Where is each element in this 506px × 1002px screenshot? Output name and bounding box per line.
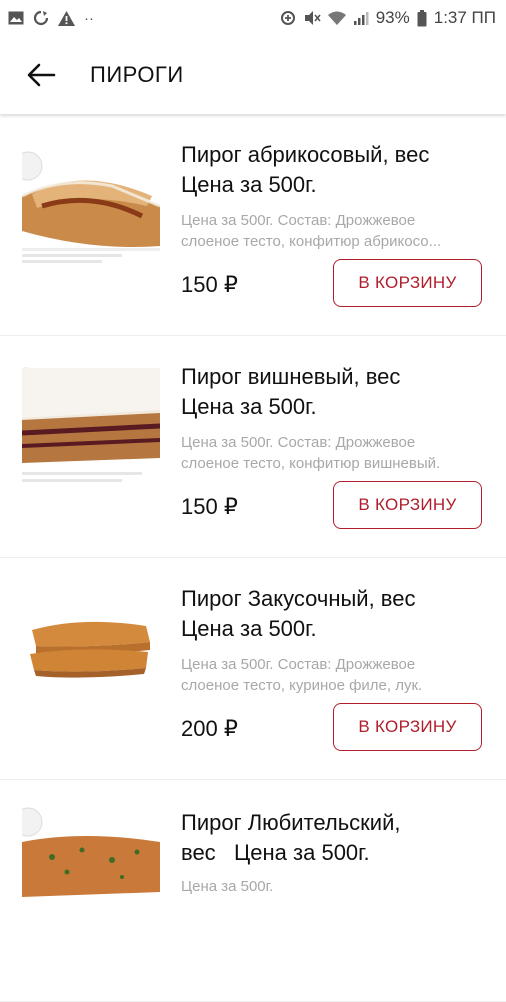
description-line: слоеное тесто, конфитюр абрикосо... xyxy=(181,233,442,250)
product-image xyxy=(22,802,160,940)
status-bar: ·· 93% 1:37 ПП xyxy=(0,0,506,36)
add-to-cart-button[interactable]: В КОРЗИНУ xyxy=(333,481,482,529)
wifi-icon xyxy=(327,11,346,25)
description-line: слоеное тесто, куриное филе, лук. xyxy=(181,677,423,694)
add-to-cart-button[interactable]: В КОРЗИНУ xyxy=(333,703,482,751)
app-bar: ПИРОГИ xyxy=(0,36,506,114)
warning-icon xyxy=(58,10,75,26)
product-description: Цена за 500г. Состав: Дрожжевое слоеное … xyxy=(181,432,486,474)
clock: 1:37 ПП xyxy=(433,8,496,27)
product-card[interactable]: Пирог Закусочный, вес Цена за 500г. Цена… xyxy=(0,558,506,780)
product-description: Цена за 500г. Состав: Дрожжевое слоеное … xyxy=(181,654,486,696)
product-description: Цена за 500г. Состав: Дрожжевое слоеное … xyxy=(181,210,486,252)
product-title-line: Цена за 500г. xyxy=(181,394,317,419)
sync-icon xyxy=(33,10,49,26)
product-title-line: Пирог абрикосовый, вес xyxy=(181,142,430,167)
product-price: 200 ₽ xyxy=(181,716,238,741)
product-card[interactable]: Пирог вишневый, вес Цена за 500г. Цена з… xyxy=(0,336,506,558)
gallery-icon xyxy=(8,11,24,25)
product-image xyxy=(22,580,160,718)
product-list[interactable]: Пирог абрикосовый, вес Цена за 500г. Цен… xyxy=(0,114,506,1002)
description-line: слоеное тесто, конфитюр вишневый. xyxy=(181,455,441,472)
product-price: 150 ₽ xyxy=(181,494,238,519)
product-title[interactable]: Пирог Закусочный, вес Цена за 500г. xyxy=(181,584,491,644)
battery-icon xyxy=(417,9,427,26)
product-title-line: вес Цена за 500г. xyxy=(181,840,370,865)
description-line: Цена за 500г. Состав: Дрожжевое xyxy=(181,212,416,229)
battery-percent: 93% xyxy=(375,8,410,27)
product-title-line: Пирог вишневый, вес xyxy=(181,364,401,389)
signal-icon xyxy=(353,11,369,25)
product-title-line: Цена за 500г. xyxy=(181,616,317,641)
product-title[interactable]: Пирог абрикосовый, вес Цена за 500г. xyxy=(181,140,491,200)
product-image xyxy=(22,136,160,274)
product-description: Цена за 500г. xyxy=(181,876,486,897)
product-image xyxy=(22,358,160,496)
more-dots-icon: ·· xyxy=(84,9,94,27)
product-price: 150 ₽ xyxy=(181,272,238,297)
description-line: Цена за 500г. Состав: Дрожжевое xyxy=(181,656,416,673)
product-title[interactable]: Пирог вишневый, вес Цена за 500г. xyxy=(181,362,491,422)
page-title: ПИРОГИ xyxy=(90,62,184,87)
arrow-left-icon xyxy=(27,63,56,87)
mute-icon xyxy=(304,11,321,25)
product-title-line: Цена за 500г. xyxy=(181,172,317,197)
description-line: Цена за 500г. xyxy=(181,878,274,895)
product-title-line: Пирог Закусочный, вес xyxy=(181,586,416,611)
description-line: Цена за 500г. Состав: Дрожжевое xyxy=(181,434,416,451)
product-title-line: Пирог Любительский, xyxy=(181,810,401,835)
back-button[interactable] xyxy=(20,54,62,96)
data-saver-icon xyxy=(280,11,295,25)
product-card[interactable]: Пирог абрикосовый, вес Цена за 500г. Цен… xyxy=(0,114,506,336)
product-title[interactable]: Пирог Любительский, вес Цена за 500г. xyxy=(181,808,491,868)
add-to-cart-button[interactable]: В КОРЗИНУ xyxy=(333,259,482,307)
product-card[interactable]: Пирог Любительский, вес Цена за 500г. Це… xyxy=(0,780,506,1002)
